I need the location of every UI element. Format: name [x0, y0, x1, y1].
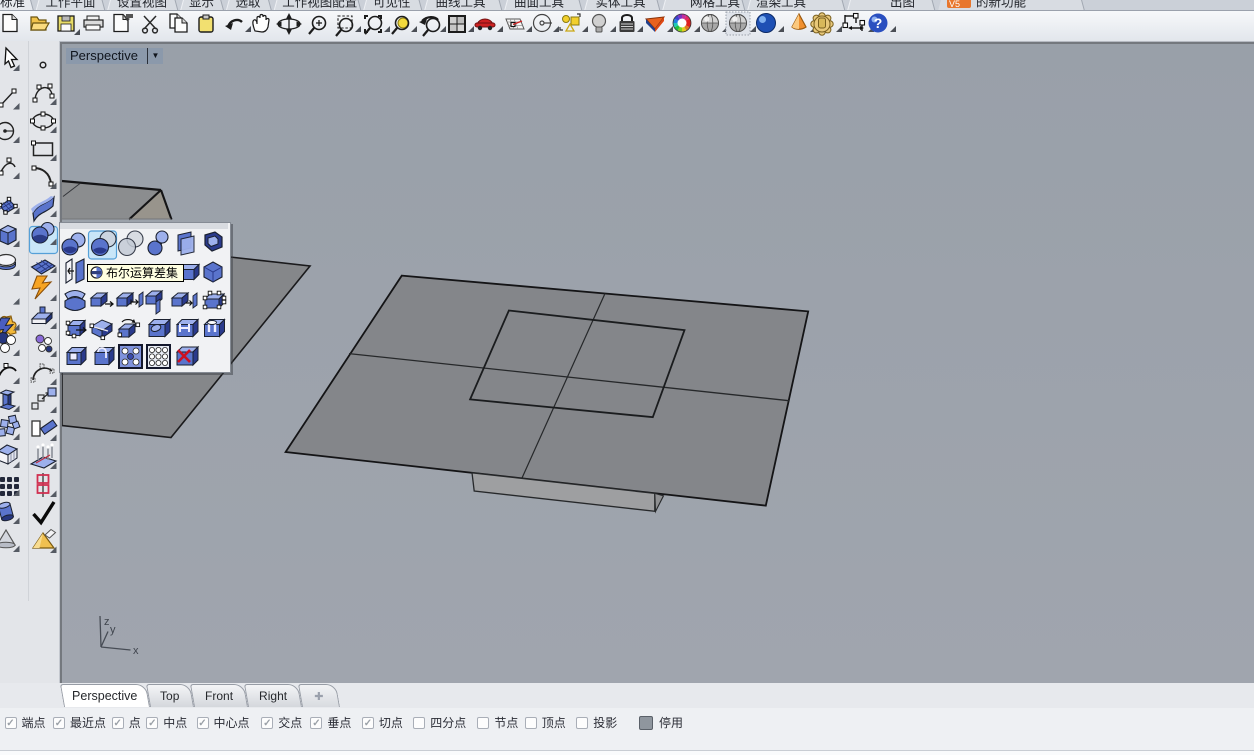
svg-text:实体工具: 实体工具 [596, 0, 647, 10]
svg-text:V5: V5 [949, 0, 960, 9]
svg-text:渲染工具: 渲染工具 [756, 0, 807, 10]
svg-text:显示: 显示 [189, 0, 214, 10]
svg-text:x: x [133, 645, 139, 657]
svg-text:曲面工具: 曲面工具 [514, 0, 565, 10]
svg-text:工作平面: 工作平面 [46, 0, 96, 10]
svg-text:曲线工具: 曲线工具 [436, 0, 487, 10]
svg-text:?: ? [874, 15, 883, 31]
svg-text:可见性: 可见性 [373, 0, 411, 10]
svg-text:设置视图: 设置视图 [117, 0, 167, 10]
svg-text:y: y [110, 624, 116, 636]
svg-text:选取: 选取 [236, 0, 262, 10]
svg-text:出图: 出图 [890, 0, 915, 10]
svg-text:标准: 标准 [0, 0, 25, 10]
svg-text:z: z [104, 616, 110, 628]
svg-text:网格工具: 网格工具 [690, 0, 741, 10]
svg-text:工作视图配置: 工作视图配置 [282, 0, 357, 10]
svg-text:的新功能: 的新功能 [976, 0, 1027, 10]
